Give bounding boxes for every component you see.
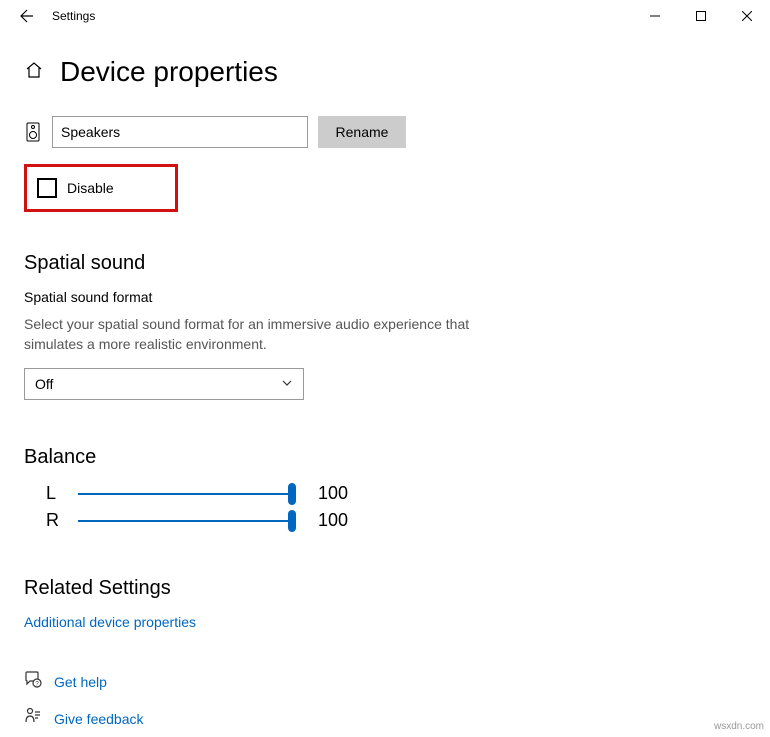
balance-right-slider[interactable]	[78, 514, 292, 528]
back-button[interactable]	[8, 2, 44, 30]
maximize-icon	[696, 11, 706, 21]
device-name-row: Rename	[24, 116, 746, 148]
slider-track-line	[78, 520, 292, 522]
balance-right-value: 100	[318, 510, 348, 531]
give-feedback-row: Give feedback	[24, 707, 746, 730]
give-feedback-link[interactable]: Give feedback	[54, 711, 144, 727]
balance-left-slider[interactable]	[78, 487, 292, 501]
slider-thumb[interactable]	[288, 483, 296, 505]
slider-thumb[interactable]	[288, 510, 296, 532]
device-name-input[interactable]	[52, 116, 308, 148]
disable-label: Disable	[67, 180, 114, 196]
spatial-format-description: Select your spatial sound format for an …	[24, 315, 484, 354]
help-icon: ?	[24, 670, 42, 693]
minimize-button[interactable]	[632, 0, 678, 32]
speaker-icon	[24, 122, 42, 142]
balance-left-label: L	[46, 483, 58, 504]
balance-left-row: L 100	[24, 483, 746, 504]
related-settings-heading: Related Settings	[24, 577, 746, 600]
close-icon	[742, 11, 752, 21]
spatial-format-label: Spatial sound format	[24, 289, 746, 305]
disable-checkbox-group[interactable]: Disable	[24, 164, 178, 212]
rename-button[interactable]: Rename	[318, 116, 406, 148]
minimize-icon	[650, 11, 660, 21]
home-icon[interactable]	[24, 60, 44, 85]
watermark: wsxdn.com	[714, 721, 764, 732]
balance-right-row: R 100	[24, 510, 746, 531]
titlebar: Settings	[0, 0, 770, 32]
chevron-down-icon	[281, 376, 293, 392]
window-controls	[632, 0, 770, 32]
window-title: Settings	[52, 9, 95, 23]
balance-right-label: R	[46, 510, 58, 531]
spatial-sound-heading: Spatial sound	[24, 252, 746, 275]
close-button[interactable]	[724, 0, 770, 32]
maximize-button[interactable]	[678, 0, 724, 32]
slider-track-line	[78, 493, 292, 495]
spatial-format-select[interactable]: Off	[24, 368, 304, 400]
back-arrow-icon	[18, 8, 34, 24]
balance-left-value: 100	[318, 483, 348, 504]
get-help-row: ? Get help	[24, 670, 746, 693]
disable-checkbox[interactable]	[37, 178, 57, 198]
balance-heading: Balance	[24, 446, 746, 469]
page-title: Device properties	[60, 56, 278, 88]
main-content: Device properties Rename Disable Spatial…	[0, 56, 770, 730]
additional-device-properties-link[interactable]: Additional device properties	[24, 614, 746, 630]
feedback-icon	[24, 707, 42, 730]
get-help-link[interactable]: Get help	[54, 674, 107, 690]
page-header: Device properties	[24, 56, 746, 88]
spatial-format-value: Off	[35, 376, 53, 392]
